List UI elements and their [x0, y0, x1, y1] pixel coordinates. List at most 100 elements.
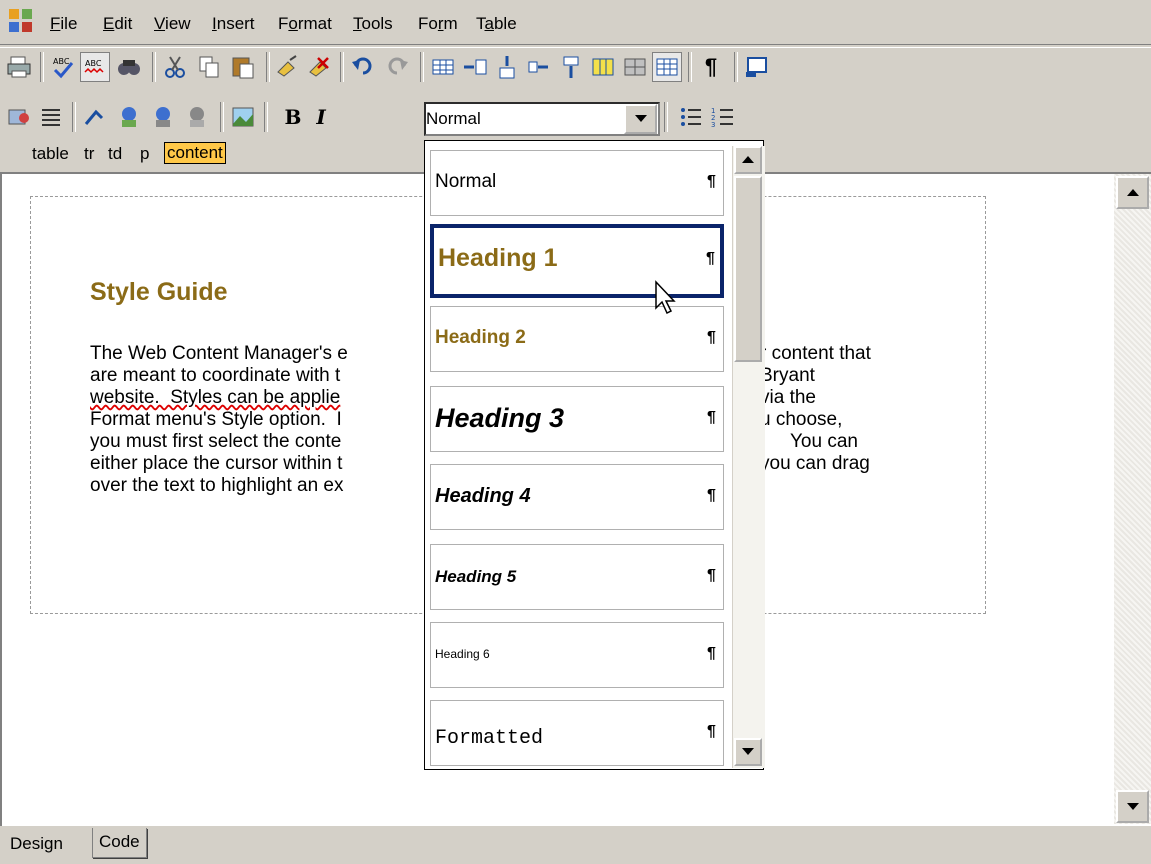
bulleted-list-icon[interactable]: [676, 102, 706, 132]
doc-text-line: you must first select the conte: [90, 431, 342, 452]
show-paragraph-marks-icon[interactable]: ¶: [696, 52, 726, 82]
style-option-label: Heading 4: [435, 485, 531, 507]
clean-icon[interactable]: [272, 52, 302, 82]
style-option-label: Normal: [435, 171, 497, 192]
cut-icon[interactable]: [160, 52, 190, 82]
menu-file[interactable]: File: [50, 14, 77, 34]
paragraph-mark-icon: ¶: [707, 487, 716, 504]
spellcheck-icon[interactable]: ABC: [48, 52, 78, 82]
breadcrumb-table[interactable]: table: [32, 144, 69, 164]
menu-table[interactable]: Table: [476, 14, 517, 34]
menu-insert[interactable]: Insert: [212, 14, 255, 34]
tab-code[interactable]: Code: [92, 828, 147, 858]
cell-properties-icon[interactable]: [620, 52, 650, 82]
insert-hyperlink-icon[interactable]: [148, 102, 178, 132]
menu-view[interactable]: View: [154, 14, 191, 34]
breadcrumb-tr[interactable]: tr: [84, 144, 94, 164]
remove-format-icon[interactable]: [304, 52, 334, 82]
breadcrumb-content[interactable]: content: [164, 142, 226, 164]
style-select-dropdown-button[interactable]: [624, 104, 657, 134]
style-option-label: Heading 3: [435, 403, 565, 433]
redo-icon[interactable]: [382, 52, 412, 82]
menu-form[interactable]: Form: [418, 14, 458, 34]
doc-text-line: over the text to highlight an ex: [90, 475, 344, 496]
view-tab-bar: [0, 826, 1151, 864]
scroll-up-button[interactable]: [1116, 176, 1149, 209]
doc-text-line-right: You can: [790, 431, 858, 452]
print-icon[interactable]: [4, 52, 34, 82]
insert-row-icon[interactable]: [460, 52, 490, 82]
app-logo-icon: [8, 8, 34, 34]
style-option-label: Heading 5: [435, 567, 517, 586]
menu-tools[interactable]: Tools: [353, 14, 393, 34]
remove-link-icon[interactable]: [182, 102, 212, 132]
numbered-list-icon[interactable]: 123: [708, 102, 738, 132]
svg-text:ABC: ABC: [85, 59, 102, 68]
split-cells-icon[interactable]: [556, 52, 586, 82]
style-option-heading-3[interactable]: Heading 3 ¶: [430, 386, 724, 452]
insert-link-icon[interactable]: [80, 102, 110, 132]
toolbar-separator: [152, 52, 156, 82]
arrow-down-icon: [1126, 802, 1139, 810]
insert-table-icon[interactable]: [428, 52, 458, 82]
style-option-heading-5[interactable]: Heading 5 ¶: [430, 544, 724, 610]
paste-icon[interactable]: [228, 52, 258, 82]
toolbar-separator: [266, 52, 270, 82]
mouse-cursor-icon: [654, 280, 680, 316]
toolbar-separator: [220, 102, 224, 132]
menu-format[interactable]: Format: [278, 14, 332, 34]
doc-text-line-right: r content that: [760, 343, 871, 364]
toolbar-separator: [664, 102, 668, 132]
style-option-heading-6[interactable]: Heading 6 ¶: [430, 622, 724, 688]
toolbar-separator: [734, 52, 738, 82]
breadcrumb-td[interactable]: td: [108, 144, 122, 164]
doc-heading: Style Guide: [90, 278, 228, 306]
toolbar-separator: [72, 102, 76, 132]
merge-cells-icon[interactable]: [524, 52, 554, 82]
svg-text:ABC: ABC: [53, 57, 70, 66]
doc-text-line-right: Bryant: [760, 365, 815, 386]
style-option-formatted[interactable]: Formatted ¶: [430, 700, 724, 766]
insert-anchor-icon[interactable]: [114, 102, 144, 132]
undo-icon[interactable]: [348, 52, 378, 82]
italic-button[interactable]: I: [306, 102, 336, 132]
style-list-scroll-thumb[interactable]: [734, 176, 762, 362]
menu-edit[interactable]: Edit: [103, 14, 132, 34]
style-option-label: Heading 2: [435, 327, 526, 348]
paragraph-mark-icon: ¶: [706, 250, 715, 267]
find-icon[interactable]: [114, 52, 144, 82]
insert-image-icon[interactable]: [228, 102, 258, 132]
paragraph-mark-icon: ¶: [707, 329, 716, 346]
bold-button[interactable]: B: [278, 102, 308, 132]
toolbar-separator: [40, 52, 44, 82]
insert-column-icon[interactable]: [492, 52, 522, 82]
doc-text-line-right: you can drag: [760, 453, 870, 474]
doc-text-line: website. Styles can be applie: [90, 387, 341, 408]
doc-text-line-right: via the: [760, 387, 816, 408]
copy-icon[interactable]: [194, 52, 224, 82]
insert-object-icon[interactable]: [4, 102, 34, 132]
horizontal-rule-icon[interactable]: [36, 102, 66, 132]
table-properties-icon[interactable]: [588, 52, 618, 82]
scroll-down-button[interactable]: [1116, 790, 1149, 823]
arrow-down-icon: [742, 748, 754, 755]
style-list-scroll-up-button[interactable]: [734, 146, 762, 174]
show-borders-icon[interactable]: [652, 52, 682, 82]
breadcrumb-p[interactable]: p: [140, 144, 149, 164]
svg-text:3: 3: [711, 121, 715, 129]
arrow-up-icon: [742, 156, 754, 163]
doc-text-line: The Web Content Manager's e: [90, 343, 348, 364]
editor-scrollbar[interactable]: [1114, 174, 1151, 824]
style-option-heading-4[interactable]: Heading 4 ¶: [430, 464, 724, 530]
doc-text-line: either place the cursor within t: [90, 453, 343, 474]
tab-design[interactable]: Design: [4, 830, 69, 860]
spell-as-you-type-icon[interactable]: ABC: [80, 52, 110, 82]
toolbar-separator: [264, 102, 268, 132]
style-select-value: Normal: [426, 109, 481, 128]
style-option-normal[interactable]: Normal ¶: [430, 150, 724, 216]
doc-text-line-right: u choose,: [760, 409, 843, 430]
style-list-scroll-down-button[interactable]: [734, 738, 762, 766]
preview-icon[interactable]: [742, 52, 772, 82]
toolbar-separator: [340, 52, 344, 82]
paragraph-mark-icon: ¶: [707, 409, 716, 426]
